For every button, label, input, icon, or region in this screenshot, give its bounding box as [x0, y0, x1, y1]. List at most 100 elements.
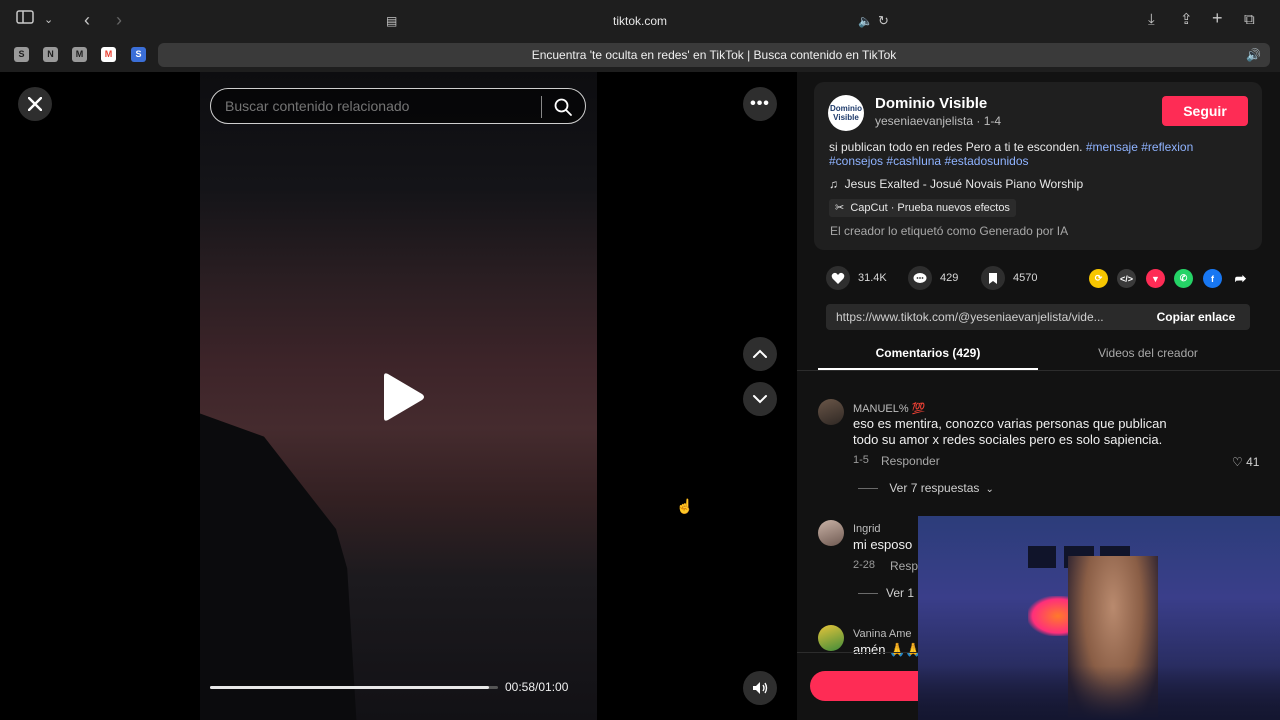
bookmark-icon	[981, 266, 1005, 290]
progress-fill	[210, 686, 490, 689]
audio-icon[interactable]: 🔈	[858, 11, 873, 31]
like-count: 31.4K	[858, 272, 887, 284]
comment-author[interactable]: MANUEL% 💯	[853, 402, 925, 415]
address-bar[interactable]: ▤ tiktok.com 🔈 ↻	[380, 8, 900, 34]
video-time: 00:58/01:00	[505, 680, 569, 694]
more-options-button[interactable]: •••	[743, 87, 777, 121]
related-search-box[interactable]	[210, 88, 586, 124]
comment-count: 429	[940, 272, 959, 284]
effect-label: CapCut · Prueba nuevos efectos	[850, 202, 1010, 214]
post-description: si publican todo en redes Pero a ti te e…	[829, 140, 1239, 168]
music-note-icon: ♫	[829, 177, 838, 191]
reply-button[interactable]: Responder	[881, 454, 940, 468]
whatsapp-icon[interactable]: ✆	[1174, 269, 1193, 288]
save-button[interactable]: 4570	[981, 266, 1037, 290]
share-icon[interactable]: ⇪	[1180, 10, 1193, 30]
video-scene	[200, 413, 357, 720]
comment-text: eso es mentira, conozco varias personas …	[853, 416, 1167, 447]
comment-text: amén 🙏🙏	[853, 642, 922, 657]
like-button[interactable]: 31.4K	[826, 266, 887, 290]
wall-frame	[1028, 546, 1056, 568]
next-video-button[interactable]	[743, 382, 777, 416]
capcut-icon: ✂	[835, 202, 845, 214]
comment-text: mi esposo	[853, 537, 913, 552]
save-count: 4570	[1013, 272, 1038, 284]
send-icon[interactable]: ▼	[1146, 269, 1165, 288]
back-icon[interactable]: ‹	[84, 10, 90, 30]
comment-author[interactable]: Vanina Ame	[853, 628, 912, 640]
heart-outline-icon: ♡	[1232, 455, 1243, 469]
reload-icon[interactable]: ↻	[878, 11, 889, 31]
comment-author[interactable]: Ingrid	[853, 523, 881, 535]
favorite-m-icon[interactable]: M	[72, 47, 87, 62]
download-icon[interactable]: ⤓	[1148, 10, 1155, 30]
embed-icon[interactable]: </>	[1117, 269, 1136, 288]
close-icon	[28, 97, 42, 111]
url-text: tiktok.com	[612, 14, 667, 28]
comment-like-count: 41	[1246, 455, 1260, 469]
comment-date: 2-28	[853, 559, 876, 571]
search-icon[interactable]	[553, 97, 573, 117]
previous-video-button[interactable]	[743, 337, 777, 371]
effect-chip[interactable]: ✂ CapCut · Prueba nuevos efectos	[829, 199, 1016, 217]
more-icon: •••	[750, 95, 770, 112]
webcam-overlay	[918, 516, 1280, 720]
tab-underline	[818, 368, 1038, 370]
post-link[interactable]: https://www.tiktok.com/@yeseniaevanjelis…	[836, 304, 1136, 330]
favorite-n-icon[interactable]: N	[43, 47, 58, 62]
sidebar-toggle-icon[interactable]	[16, 10, 34, 30]
favorite-sync-icon[interactable]: S	[131, 47, 146, 62]
view-replies-label: Ver 7 respuestas	[889, 481, 980, 495]
reply-button[interactable]: Resp	[890, 559, 918, 573]
video-progress-bar[interactable]	[210, 686, 498, 689]
webcam-shade	[918, 666, 1280, 720]
favorite-s-icon[interactable]: S	[14, 47, 29, 62]
comment-icon	[908, 266, 932, 290]
chevron-down-icon[interactable]: ⌄	[44, 10, 53, 30]
hashtag[interactable]: #estadosunidos	[944, 154, 1028, 168]
close-button[interactable]	[18, 87, 52, 121]
music-row[interactable]: ♫ Jesus Exalted - Josué Novais Piano Wor…	[829, 177, 1083, 191]
ai-generated-label: El creador lo etiquetó como Generado por…	[830, 224, 1069, 238]
hashtag[interactable]: #reflexion	[1141, 140, 1193, 154]
facebook-icon[interactable]: f	[1203, 269, 1222, 288]
view-replies-button[interactable]: Ver 1	[858, 586, 914, 600]
comment-date: 1-5	[853, 454, 869, 466]
volume-icon	[753, 682, 768, 694]
active-tab[interactable]: Encuentra 'te oculta en redes' en TikTok…	[158, 43, 1270, 67]
tab-audio-icon[interactable]: 🔊	[1246, 45, 1261, 65]
follow-button[interactable]: Seguir	[1162, 96, 1248, 126]
avatar[interactable]	[818, 399, 844, 425]
play-icon[interactable]	[378, 372, 428, 422]
tab-title: Encuentra 'te oculta en redes' en TikTok…	[531, 48, 897, 62]
music-title[interactable]: Jesus Exalted - Josué Novais Piano Worsh…	[845, 177, 1084, 191]
search-divider	[541, 96, 542, 118]
author-avatar[interactable]: Dominio Visible	[828, 95, 864, 131]
copy-link-button[interactable]: Copiar enlace	[1142, 304, 1250, 330]
comment-like-button[interactable]: ♡ 41	[1232, 455, 1259, 469]
chevron-up-icon	[753, 349, 767, 358]
comment-button[interactable]: 429	[908, 266, 958, 290]
tab-divider	[797, 370, 1280, 371]
author-name[interactable]: Dominio Visible	[875, 95, 987, 112]
repost-icon[interactable]: ⟳	[1089, 269, 1108, 288]
input-divider	[797, 652, 919, 653]
search-input[interactable]	[225, 89, 525, 123]
hashtag[interactable]: #consejos	[829, 154, 883, 168]
gmail-icon[interactable]: M	[101, 47, 116, 62]
avatar[interactable]	[818, 520, 844, 546]
tab-overview-icon[interactable]: ⧉	[1244, 10, 1255, 30]
view-replies-button[interactable]: Ver 7 respuestas ⌄	[858, 481, 994, 495]
author-handle[interactable]: yeseniaevanjelista · 1-4	[875, 114, 1001, 128]
forward-icon[interactable]: ›	[116, 10, 122, 30]
avatar[interactable]	[818, 625, 844, 651]
chevron-down-icon	[753, 395, 767, 404]
hashtag[interactable]: #mensaje	[1086, 140, 1138, 154]
share-arrow-icon[interactable]: ➦	[1231, 269, 1250, 288]
new-tab-icon[interactable]: +	[1212, 8, 1223, 28]
hashtag[interactable]: #cashluna	[886, 154, 941, 168]
tab-comments[interactable]: Comentarios (429)	[818, 346, 1038, 370]
volume-button[interactable]	[743, 671, 777, 705]
tab-creator-videos[interactable]: Videos del creador	[1038, 346, 1258, 370]
heart-icon	[826, 266, 850, 290]
